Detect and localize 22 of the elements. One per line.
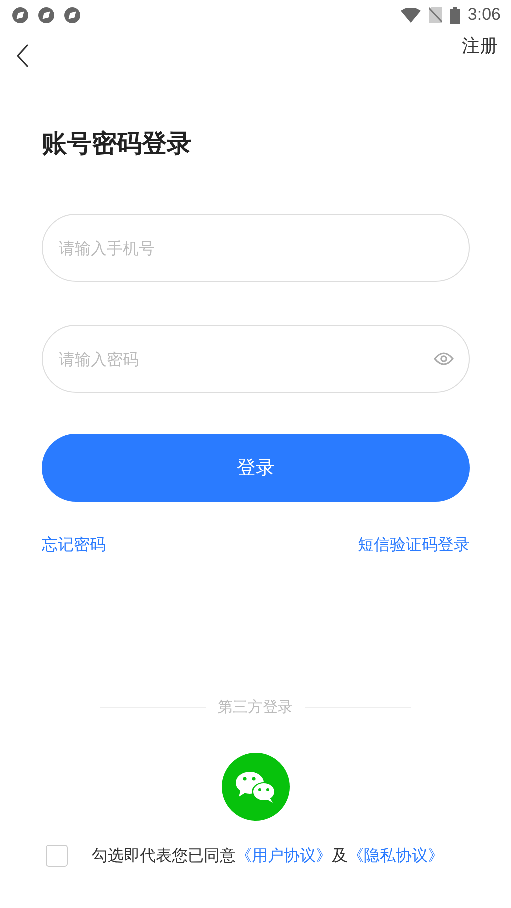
eye-icon[interactable] — [434, 352, 454, 366]
notification-icon — [38, 6, 55, 24]
no-sim-icon — [428, 7, 442, 23]
register-link[interactable]: 注册 — [462, 34, 498, 58]
status-time: 3:06 — [468, 5, 501, 25]
third-party-label: 第三方登录 — [218, 698, 293, 717]
login-button[interactable]: 登录 — [42, 434, 470, 502]
privacy-policy-link[interactable]: 《隐私协议》 — [348, 846, 444, 864]
user-agreement-link[interactable]: 《用户协议》 — [236, 846, 332, 864]
wifi-icon — [400, 8, 421, 22]
notification-icon — [64, 6, 81, 24]
input-field[interactable]: 请输入手机号 — [42, 214, 470, 282]
page-title: 账号密码登录 — [42, 128, 193, 160]
agreement-text: 勾选即代表您已同意《用户协议》及《隐私协议》 — [92, 846, 444, 866]
sms-login-link[interactable]: 短信验证码登录 — [358, 535, 470, 556]
battery-icon — [450, 6, 460, 24]
agreement-checkbox[interactable] — [46, 845, 68, 867]
back-icon[interactable] — [16, 44, 30, 68]
notification-icon — [12, 6, 29, 24]
chat-bubbles-icon[interactable] — [222, 753, 290, 821]
forgot-password-link[interactable]: 忘记密码 — [42, 535, 106, 556]
input-field[interactable]: 请输入密码 — [42, 325, 470, 393]
